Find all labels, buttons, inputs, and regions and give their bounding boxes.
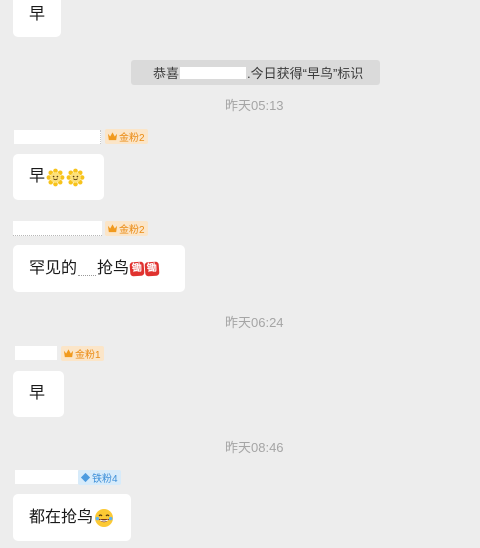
- crown-icon: [63, 349, 74, 358]
- redacted-sender-name: [14, 130, 101, 144]
- message-bubble[interactable]: 罕见的 抢鸟 锄 锄: [13, 245, 185, 292]
- crown-icon: [107, 224, 118, 233]
- timestamp: 昨天06:24: [225, 315, 284, 330]
- badge-label: 金粉2: [119, 133, 145, 144]
- message-bubble[interactable]: 早: [13, 0, 62, 37]
- notice-prefix: 恭喜: [153, 66, 180, 81]
- fan-badge: 金粉1: [61, 346, 104, 361]
- timestamp: 昨天05:13: [225, 98, 284, 113]
- redacted-text: [78, 261, 97, 276]
- message-text: 早: [29, 168, 46, 185]
- message-bubble[interactable]: 早: [13, 371, 64, 417]
- redacted-sender-name: [13, 221, 102, 236]
- message-text: 早: [29, 385, 46, 402]
- laughing-tears-emoji-icon: [95, 508, 114, 527]
- message-text: 都在抢鸟: [29, 508, 94, 526]
- badge-label: 金粉2: [119, 225, 145, 236]
- sun-emoji-icon: [66, 168, 85, 186]
- message-text: 早: [29, 5, 46, 23]
- hoe-sticker-icon: 锄: [129, 261, 145, 276]
- redacted-username: [180, 66, 247, 79]
- fan-badge: 金粉2: [105, 129, 148, 144]
- sun-emoji-icon: [46, 168, 65, 186]
- message-bubble[interactable]: 都在抢鸟: [13, 494, 131, 541]
- fan-badge: 金粉2: [105, 221, 148, 236]
- timestamp: 昨天08:46: [225, 440, 284, 455]
- diamond-icon: [80, 472, 91, 483]
- message-bubble[interactable]: 早: [13, 154, 104, 200]
- system-notice: 恭喜 .今日获得“早鸟”标识: [131, 60, 380, 85]
- redacted-sender-name: [15, 470, 78, 484]
- fan-badge: 铁粉4: [78, 470, 121, 485]
- message-text: 罕见的: [29, 259, 78, 277]
- badge-label: 金粉1: [75, 350, 101, 361]
- message-text: 抢鸟: [97, 259, 130, 277]
- crown-icon: [107, 132, 118, 141]
- notice-suffix: .今日获得“早鸟”标识: [247, 66, 364, 81]
- hoe-sticker-icon: 锄: [144, 261, 160, 276]
- redacted-sender-name: [15, 346, 57, 360]
- badge-label: 铁粉4: [92, 474, 118, 485]
